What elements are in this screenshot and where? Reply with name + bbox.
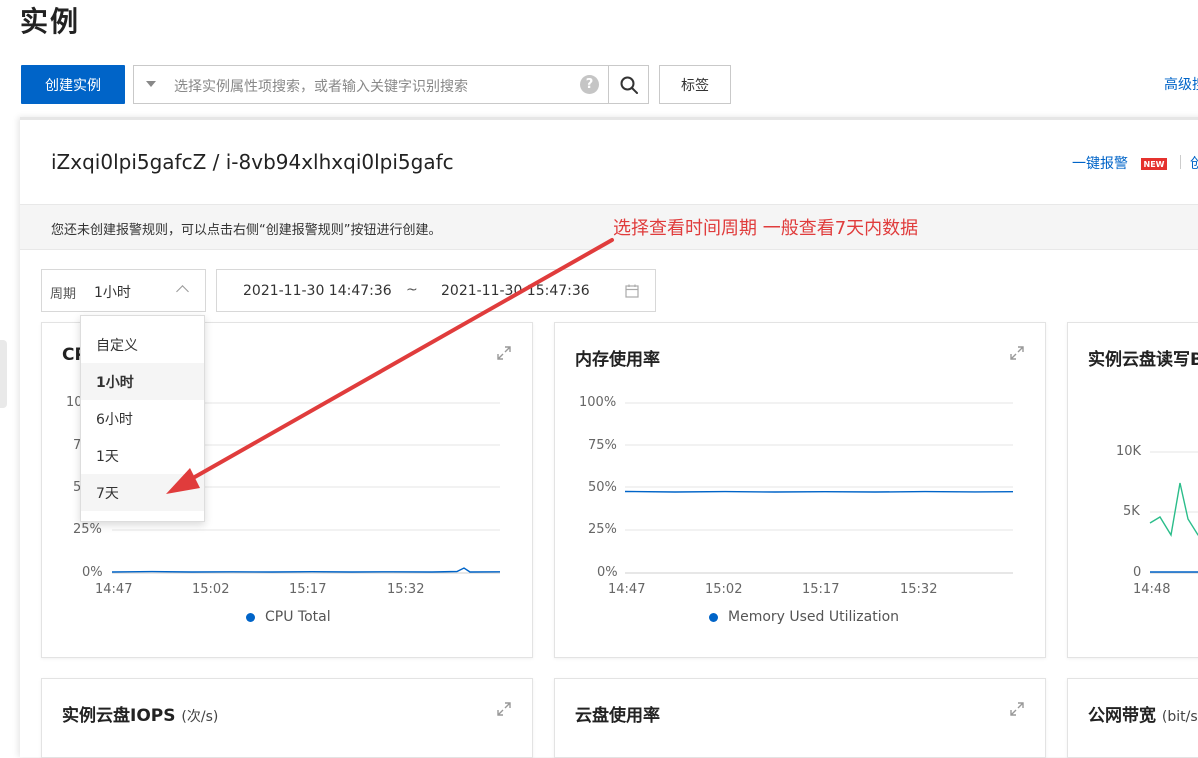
disk-usage-card: 云盘使用率 — [554, 678, 1046, 758]
annotation-text: 选择查看时间周期 一般查看7天内数据 — [613, 218, 919, 239]
card-title: 公网带宽 (bit/s) — [1088, 701, 1198, 726]
memory-legend[interactable]: Memory Used Utilization — [709, 609, 899, 625]
memory-card: 内存使用率 100% 75% 50% 25% 0% 14:47 15:02 15… — [554, 322, 1046, 658]
memory-chart — [624, 402, 1014, 574]
expand-icon[interactable] — [1009, 701, 1025, 717]
search-button[interactable] — [608, 65, 649, 104]
x-tick: 14:47 — [608, 582, 646, 597]
cpu-legend[interactable]: CPU Total — [246, 609, 331, 625]
card-title-text: 实例云盘IOPS — [62, 706, 176, 726]
advanced-search-link[interactable]: 高级搜 — [1164, 74, 1198, 94]
period-option-1d[interactable]: 1天 — [81, 437, 204, 474]
x-tick: 15:02 — [705, 582, 743, 597]
date-separator: ~ — [406, 282, 418, 298]
card-title-text: 公网带宽 — [1088, 706, 1156, 726]
period-label: 周期 — [50, 287, 77, 302]
search-filter-caret-icon[interactable] — [146, 81, 156, 87]
x-tick: 14:47 — [95, 582, 133, 597]
alarm-notice-bar: 您还未创建报警规则，可以点击右侧“创建报警规则”按钮进行创建。 — [20, 204, 1198, 250]
period-option-custom[interactable]: 自定义 — [81, 326, 204, 363]
disk-read-series-line — [1149, 482, 1198, 537]
chevron-up-icon — [176, 285, 189, 298]
card-unit: (bit/s) — [1161, 709, 1198, 725]
x-tick: 15:32 — [387, 582, 425, 597]
period-option-6h[interactable]: 6小时 — [81, 400, 204, 437]
period-option-1h[interactable]: 1小时 — [81, 363, 204, 400]
period-select[interactable]: 周期 1小时 — [41, 269, 206, 312]
legend-dot — [246, 612, 255, 622]
search-icon — [620, 76, 638, 94]
one-click-alarm-link[interactable]: 一键报警 — [1072, 153, 1128, 173]
instance-title: iZxqi0lpi5gafcZ / i-8vb94xlhxqi0lpi5gafc — [51, 150, 454, 174]
period-option-7d[interactable]: 7天 — [81, 474, 204, 511]
legend-dot — [709, 612, 718, 622]
x-tick: 15:32 — [900, 582, 938, 597]
iops-card: 实例云盘IOPS (次/s) — [41, 678, 533, 758]
x-tick: 15:02 — [192, 582, 230, 597]
search-placeholder: 选择实例属性项搜索，或者输入关键字识别搜索 — [174, 79, 468, 95]
sidebar-collapse-handle[interactable] — [0, 340, 7, 408]
legend-label: CPU Total — [265, 609, 331, 625]
legend-label: Memory Used Utilization — [728, 609, 900, 625]
help-icon[interactable]: ? — [580, 75, 599, 94]
search-input[interactable]: 选择实例属性项搜索，或者输入关键字识别搜索 ? — [133, 65, 609, 104]
date-range-picker[interactable]: 2021-11-30 14:47:36 ~ 2021-11-30 15:47:3… — [216, 269, 656, 312]
create-alarm-link[interactable]: 创 — [1190, 153, 1198, 173]
x-tick: 15:17 — [289, 582, 327, 597]
card-title: 实例云盘IOPS (次/s) — [62, 701, 218, 726]
memory-series-line — [624, 490, 1014, 493]
x-tick: 15:17 — [802, 582, 840, 597]
alarm-notice-text: 您还未创建报警规则，可以点击右侧“创建报警规则”按钮进行创建。 — [51, 223, 442, 238]
page-title: 实例 — [20, 5, 81, 38]
new-badge: NEW — [1141, 158, 1167, 170]
calendar-icon[interactable] — [625, 284, 639, 298]
divider — [1180, 155, 1181, 169]
tag-button[interactable]: 标签 — [659, 65, 731, 104]
bandwidth-card: 公网带宽 (bit/s) — [1067, 678, 1198, 758]
expand-icon[interactable] — [496, 701, 512, 717]
date-end[interactable]: 2021-11-30 15:47:36 — [441, 283, 590, 299]
card-title: 云盘使用率 — [575, 706, 660, 726]
disk-rw-card: 实例云盘读写B 10K 5K 0 14:48 — [1067, 322, 1198, 658]
period-dropdown: 自定义 1小时 6小时 1天 7天 — [80, 315, 205, 522]
cpu-total-series-line — [111, 567, 501, 573]
create-instance-button[interactable]: 创建实例 — [21, 65, 125, 104]
date-start[interactable]: 2021-11-30 14:47:36 — [243, 283, 392, 299]
disk-rw-chart — [1149, 451, 1198, 574]
period-value: 1小时 — [94, 285, 131, 301]
x-tick: 14:48 — [1133, 582, 1171, 597]
card-unit: (次/s) — [181, 709, 219, 725]
